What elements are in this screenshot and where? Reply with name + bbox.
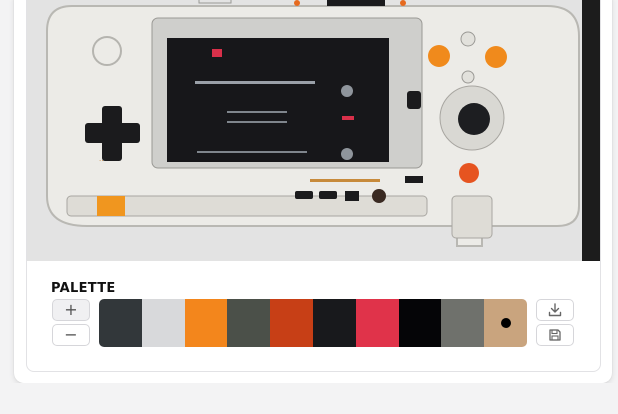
color-swatch[interactable] xyxy=(141,299,185,347)
color-swatch[interactable] xyxy=(484,299,527,347)
download-palette-button[interactable] xyxy=(536,299,574,321)
minus-icon: − xyxy=(64,325,78,344)
selected-indicator-icon xyxy=(500,318,511,328)
color-swatch[interactable] xyxy=(99,299,142,347)
save-palette-button[interactable] xyxy=(536,324,574,346)
download-icon xyxy=(548,303,562,317)
color-swatch[interactable] xyxy=(270,299,313,347)
color-swatch[interactable] xyxy=(227,299,271,347)
color-swatch[interactable] xyxy=(312,299,356,347)
page-background xyxy=(0,383,618,414)
source-photo: .. xyxy=(27,0,600,261)
remove-color-button[interactable]: − xyxy=(52,324,90,346)
svg-text:..: .. xyxy=(99,155,103,163)
color-swatch[interactable] xyxy=(184,299,228,347)
color-swatch[interactable] xyxy=(441,299,485,347)
color-swatch[interactable] xyxy=(355,299,399,347)
palette-swatches xyxy=(99,299,527,347)
handheld-console-image: .. xyxy=(27,0,600,261)
plus-icon: + xyxy=(64,300,78,319)
color-swatch[interactable] xyxy=(398,299,442,347)
palette-title: PALETTE xyxy=(51,281,116,296)
save-icon xyxy=(549,329,561,341)
image-palette-panel: .. PALETTE + − xyxy=(26,0,601,372)
add-color-button[interactable]: + xyxy=(52,299,90,321)
